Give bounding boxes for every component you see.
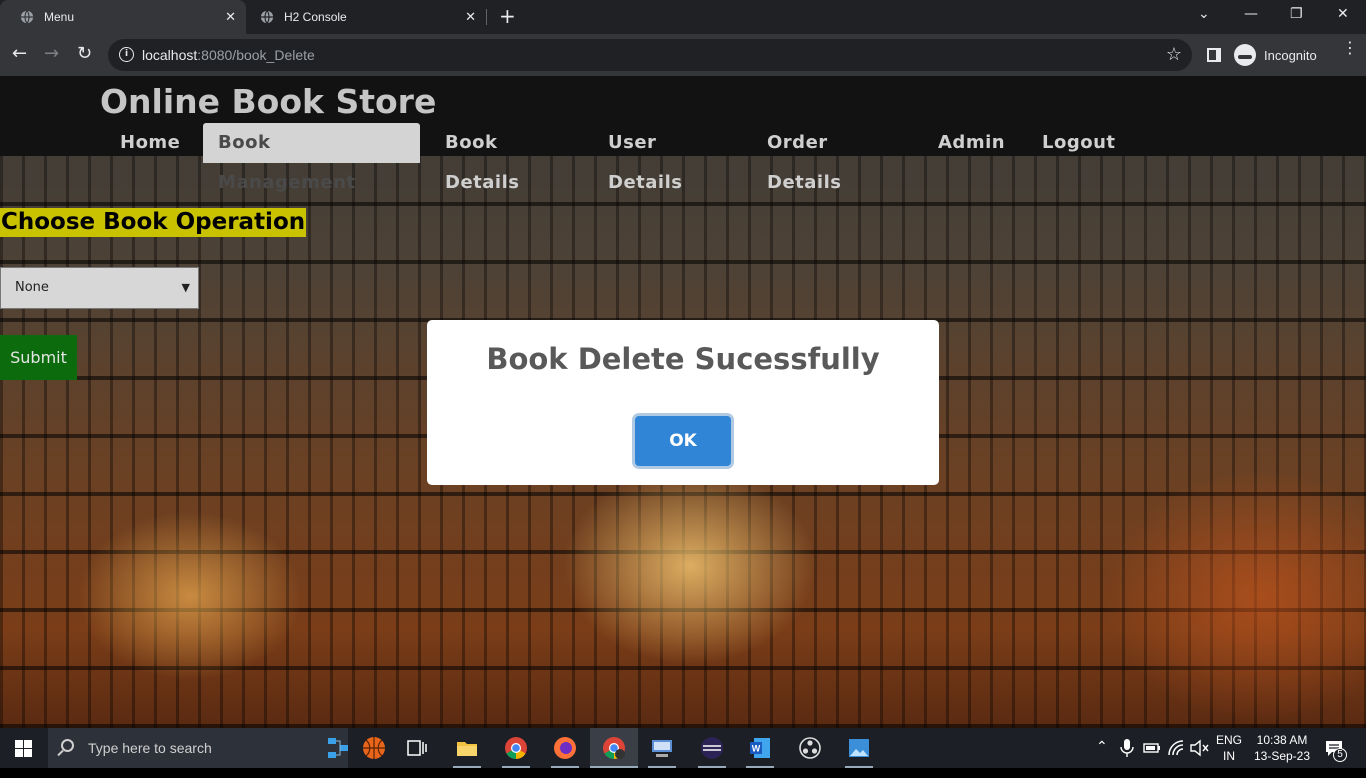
region-code: IN <box>1223 749 1235 763</box>
svg-text:W: W <box>752 744 761 754</box>
ok-button[interactable]: OK <box>635 416 731 466</box>
notification-count-badge: 5 <box>1333 748 1347 762</box>
minimize-icon[interactable]: — <box>1244 6 1258 22</box>
nav-home[interactable]: Home <box>105 123 195 163</box>
globe-icon <box>20 10 34 24</box>
clock-time: 10:38 AM <box>1256 733 1308 747</box>
site-title: Online Book Store <box>100 82 437 121</box>
forward-arrow-icon[interactable]: → <box>44 44 59 64</box>
basketball-icon[interactable] <box>362 736 386 760</box>
taskbar-search-box[interactable]: Type here to search <box>48 728 348 768</box>
reload-icon[interactable]: ↻ <box>77 44 92 64</box>
nav-logout[interactable]: Logout <box>1027 123 1131 163</box>
clock[interactable]: 10:38 AM 13-Sep-23 <box>1252 732 1312 772</box>
incognito-icon <box>1234 44 1256 66</box>
flowchart-app-icon[interactable] <box>326 736 362 760</box>
address-bar[interactable]: i localhost:8080/book_Delete ☆ <box>108 39 1192 71</box>
show-hidden-icons-icon[interactable]: ⌃ <box>1096 738 1108 778</box>
url-text[interactable]: localhost:8080/book_Delete <box>142 47 315 63</box>
search-icon <box>61 739 74 752</box>
nav-admin[interactable]: Admin <box>923 123 1020 163</box>
success-dialog: Book Delete Sucessfully OK <box>427 320 939 485</box>
speaker-muted-icon[interactable] <box>1189 739 1209 757</box>
operation-select[interactable]: None ▼ <box>0 267 199 309</box>
close-tab-icon[interactable]: ✕ <box>465 9 476 25</box>
incognito-indicator[interactable]: Incognito <box>1234 44 1317 66</box>
search-placeholder: Type here to search <box>88 740 212 756</box>
windows-taskbar: Type here to search W ⌃ ENG IN 10:38 AM … <box>0 728 1366 768</box>
nav-user-details[interactable]: User Details <box>593 123 697 193</box>
clock-date: 13-Sep-23 <box>1253 749 1311 763</box>
tab-search-chevron-icon[interactable]: ⌄ <box>1198 6 1210 22</box>
operation-select-value: None <box>15 280 49 295</box>
url-path: :8080/book_Delete <box>197 47 315 63</box>
globe-icon <box>260 10 274 24</box>
incognito-label: Incognito <box>1264 47 1317 63</box>
file-explorer-icon[interactable] <box>455 736 479 760</box>
windows-start-icon[interactable] <box>15 740 32 757</box>
microphone-icon[interactable] <box>1118 738 1136 758</box>
tab-title: H2 Console <box>284 10 347 24</box>
network-app-icon[interactable] <box>650 736 674 760</box>
nav-book-management[interactable]: Book Management <box>203 123 420 193</box>
restore-icon[interactable]: ❐ <box>1290 6 1303 22</box>
url-host: localhost <box>142 47 198 63</box>
site-info-icon[interactable]: i <box>119 47 134 62</box>
chrome-icon[interactable] <box>504 736 528 760</box>
chevron-down-icon: ▼ <box>181 281 190 294</box>
operation-heading: Choose Book Operation <box>0 208 307 237</box>
back-arrow-icon[interactable]: ← <box>12 44 27 64</box>
photos-icon[interactable] <box>847 736 871 760</box>
language-indicator[interactable]: ENG IN <box>1216 732 1242 772</box>
close-window-icon[interactable]: ✕ <box>1337 6 1349 22</box>
chrome-incognito-icon[interactable] <box>602 736 626 760</box>
dialog-title: Book Delete Sucessfully <box>486 342 880 376</box>
browser-toolbar: ← → ↻ i localhost:8080/book_Delete ☆ <box>0 34 1366 76</box>
tab-menu[interactable]: Menu ✕ <box>0 0 246 34</box>
tab-title: Menu <box>44 10 75 24</box>
tab-separator <box>486 9 487 25</box>
page-viewport: Online Book Store Home Book Management B… <box>0 76 1366 728</box>
nav-order-details[interactable]: Order Details <box>752 123 856 193</box>
nav-book-details[interactable]: Book Details <box>430 123 534 193</box>
browser-tab-bar: Menu ✕ H2 Console ✕ + ⌄ — ❐ ✕ <box>0 0 1366 34</box>
task-view-icon[interactable] <box>405 736 429 760</box>
bookmark-star-icon[interactable]: ☆ <box>1166 44 1182 65</box>
menu-kebab-icon[interactable]: ⋮ <box>1342 40 1358 56</box>
language-code: ENG <box>1216 733 1243 747</box>
battery-icon[interactable] <box>1142 740 1162 756</box>
side-panel-icon[interactable] <box>1207 48 1221 62</box>
tab-h2-console[interactable]: H2 Console ✕ <box>240 0 486 34</box>
submit-button[interactable]: Submit <box>0 335 77 380</box>
word-icon[interactable]: W <box>748 736 772 760</box>
new-tab-icon[interactable]: + <box>499 5 516 27</box>
obs-icon[interactable] <box>798 736 822 760</box>
wifi-icon[interactable] <box>1167 739 1185 757</box>
close-tab-icon[interactable]: ✕ <box>225 9 236 25</box>
eclipse-icon[interactable] <box>700 736 724 760</box>
firefox-icon[interactable] <box>553 736 577 760</box>
